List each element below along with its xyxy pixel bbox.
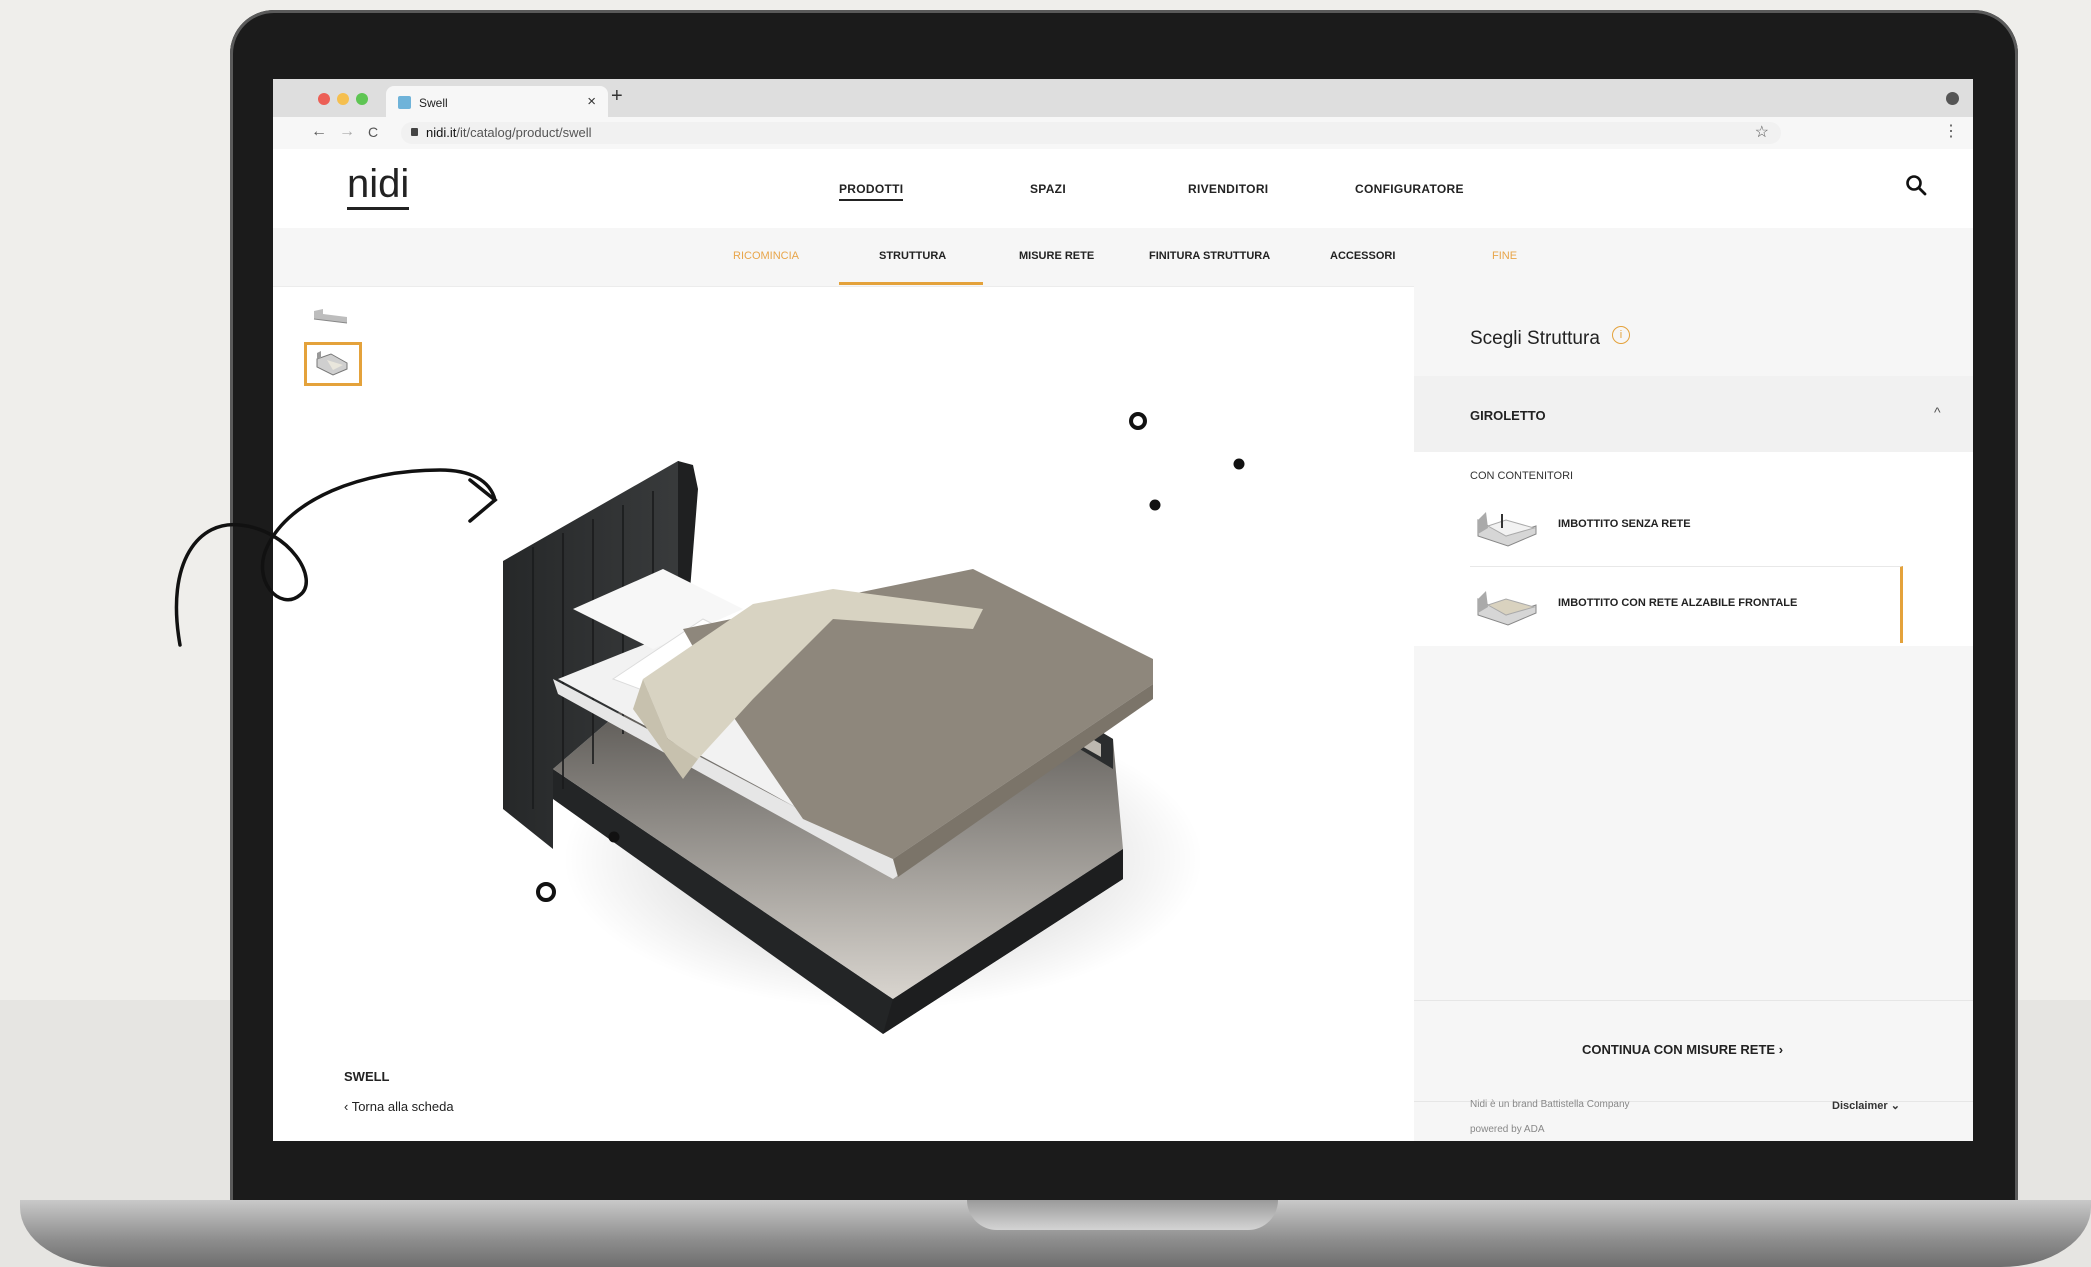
close-tab-icon[interactable]: ×	[587, 93, 596, 110]
url-path: /it/catalog/product/swell	[456, 125, 592, 140]
browser-tab[interactable]: Swell ×	[386, 86, 608, 117]
active-step-indicator	[839, 282, 983, 285]
browser-menu-icon[interactable]: ⋮	[1943, 121, 1959, 141]
url-field[interactable]: nidi.it/it/catalog/product/swell ☆	[401, 122, 1781, 144]
step-misure-rete[interactable]: MISURE RETE	[1019, 250, 1094, 262]
step-accessori[interactable]: ACCESSORI	[1330, 250, 1395, 262]
site-header: nidi PRODOTTI SPAZI RIVENDITORI CONFIGUR…	[273, 149, 1973, 228]
accordion-content: CON CONTENITORI IMBOTTITO SENZA RETE IMB…	[1414, 452, 1973, 646]
forward-arrow-icon[interactable]: →	[339, 123, 355, 141]
minimize-window-dot[interactable]	[337, 93, 349, 105]
product-name: SWELL	[344, 1069, 390, 1084]
lock-icon	[411, 128, 418, 136]
bed-frame-icon	[1477, 591, 1537, 626]
step-finitura-struttura[interactable]: FINITURA STRUTTURA	[1149, 250, 1270, 262]
search-icon[interactable]	[1905, 174, 1927, 196]
nav-prodotti[interactable]: PRODOTTI	[839, 182, 904, 201]
disclaimer-dropdown[interactable]: Disclaimer ⌄	[1832, 1099, 1900, 1112]
footer-powered-text: powered by ADA	[1470, 1124, 1545, 1135]
view-thumbnail-1[interactable]	[309, 301, 353, 331]
step-fine[interactable]: FINE	[1492, 250, 1517, 262]
tab-title: Swell	[419, 96, 448, 110]
options-subheading: CON CONTENITORI	[1470, 470, 1574, 482]
option-imbottito-con-rete-alzabile[interactable]: IMBOTTITO CON RETE ALZABILE FRONTALE	[1470, 566, 1903, 643]
bed-frame-icon	[1477, 512, 1537, 547]
continue-button[interactable]: CONTINUA CON MISURE RETE ›	[1582, 1042, 1783, 1057]
configuration-panel: Scegli Struttura i GIROLETTO ^ CON CONTE…	[1414, 286, 1973, 1141]
nav-configuratore[interactable]: CONFIGURATORE	[1355, 182, 1464, 196]
url-text: nidi.it/it/catalog/product/swell	[426, 125, 591, 140]
panel-title: Scegli Struttura	[1470, 328, 1600, 349]
bookmark-star-icon[interactable]: ☆	[1755, 122, 1769, 142]
option-label: IMBOTTITO CON RETE ALZABILE FRONTALE	[1558, 597, 1798, 609]
back-to-product-link[interactable]: ‹ Torna alla scheda	[344, 1099, 454, 1114]
bed-product-image	[503, 461, 1203, 1034]
footer-brand-text: Nidi è un brand Battistella Company	[1470, 1099, 1630, 1110]
new-tab-icon[interactable]: +	[611, 85, 623, 108]
back-arrow-icon[interactable]: ←	[311, 123, 327, 141]
configurator-steps: RICOMINCIA STRUTTURA MISURE RETE FINITUR…	[273, 228, 1973, 287]
browser-address-bar: ← → C nidi.it/it/catalog/product/swell ☆…	[273, 117, 1973, 150]
reload-icon[interactable]: C	[368, 124, 378, 140]
laptop-notch	[967, 1200, 1278, 1230]
step-ricomincia[interactable]: RICOMINCIA	[733, 250, 799, 262]
browser-tab-bar: Swell × +	[273, 79, 1973, 117]
nav-rivenditori[interactable]: RIVENDITORI	[1188, 182, 1268, 196]
close-window-dot[interactable]	[318, 93, 330, 105]
accordion-title: GIROLETTO	[1470, 408, 1546, 423]
maximize-window-dot[interactable]	[356, 93, 368, 105]
site-logo[interactable]: nidi	[347, 163, 410, 210]
profile-icon[interactable]	[1946, 92, 1959, 105]
laptop-screen: Swell × + ← → C nidi.it/it/catalog/produ…	[273, 79, 1973, 1141]
view-thumbnail-2[interactable]	[304, 342, 362, 386]
url-host: nidi.it	[426, 125, 457, 140]
step-struttura[interactable]: STRUTTURA	[879, 250, 946, 262]
bed-thumbnail-icon	[316, 351, 348, 376]
info-icon[interactable]: i	[1612, 326, 1630, 344]
chevron-up-icon[interactable]: ^	[1934, 404, 1941, 420]
favicon-icon	[398, 96, 411, 109]
option-imbottito-senza-rete[interactable]: IMBOTTITO SENZA RETE	[1470, 488, 1900, 564]
option-label: IMBOTTITO SENZA RETE	[1558, 518, 1691, 530]
nav-spazi[interactable]: SPAZI	[1030, 182, 1066, 196]
accordion-giroletto[interactable]: GIROLETTO ^	[1414, 376, 1973, 452]
cta-area: CONTINUA CON MISURE RETE ›	[1414, 1000, 1973, 1102]
